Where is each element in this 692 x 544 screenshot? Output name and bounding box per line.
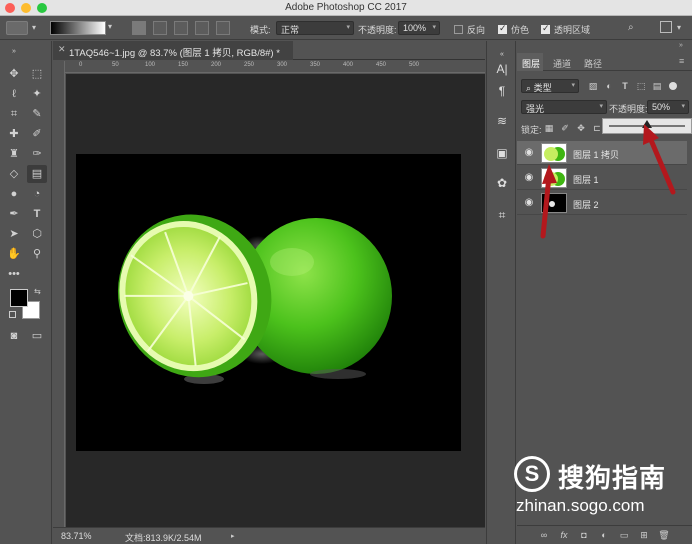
- arrow-to-layer: [540, 173, 552, 239]
- watermark-url: zhinan.sogo.com: [516, 496, 645, 515]
- arrow-to-slider: [648, 137, 676, 195]
- red-arrows: [540, 124, 676, 239]
- arrowhead-layer: [542, 164, 557, 184]
- watermark-brand: 搜狗指南: [558, 463, 667, 493]
- sogou-logo-icon: S: [514, 456, 550, 492]
- watermark: S 搜狗指南 zhinan.sogo.com: [506, 452, 692, 522]
- foreground-color-swatch[interactable]: [10, 289, 28, 307]
